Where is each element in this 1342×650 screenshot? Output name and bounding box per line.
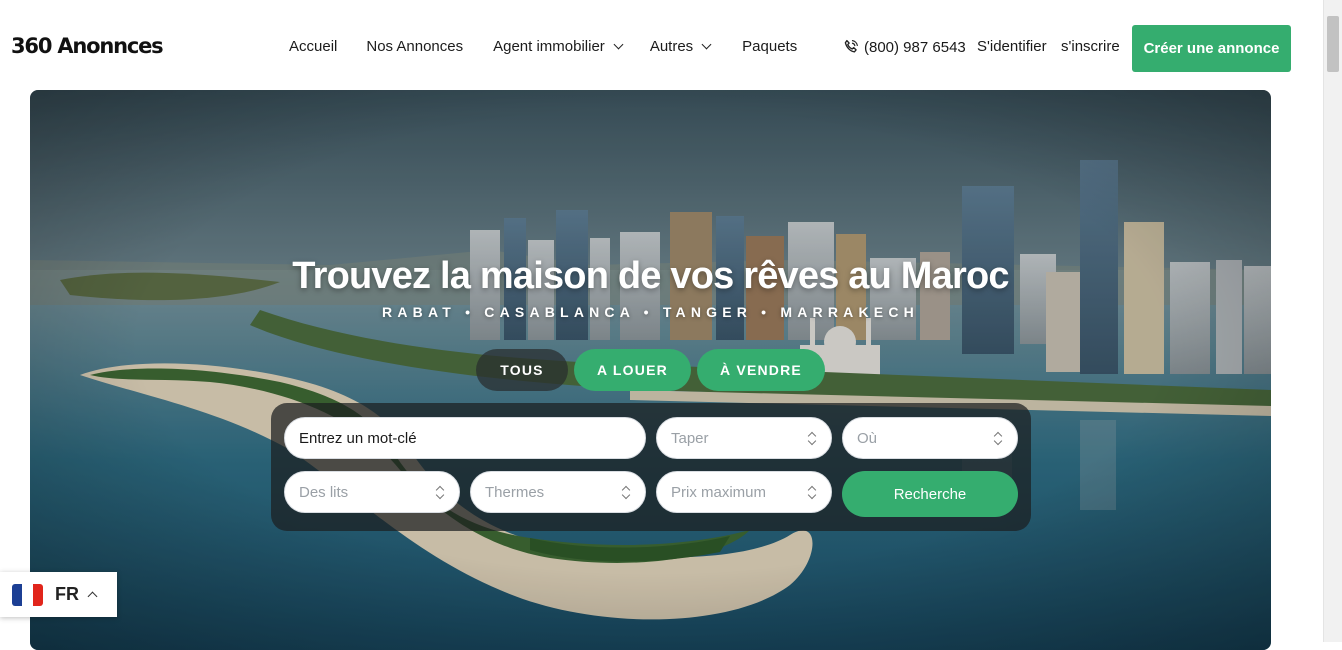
nav-item-nos-annonces[interactable]: Nos Annonces [366, 38, 463, 55]
baths-select-placeholder: Thermes [485, 483, 545, 501]
main-nav: Accueil Nos Annonces Agent immobilier Au… [289, 38, 797, 55]
chevron-down-icon [613, 39, 624, 50]
nav-item-accueil[interactable]: Accueil [289, 38, 337, 55]
site-logo[interactable]: 360 Anonnces [11, 34, 164, 58]
chevron-up-icon [87, 591, 98, 602]
search-submit-button[interactable]: Recherche [842, 471, 1018, 517]
phone-icon [844, 39, 858, 53]
nav-item-label: Agent immobilier [493, 38, 605, 55]
location-select-placeholder: Où [857, 429, 878, 447]
search-panel: Taper Où Des lits Thermes Prix maximum R… [271, 403, 1031, 531]
tab-a-vendre[interactable]: À VENDRE [697, 349, 825, 391]
tab-a-louer[interactable]: A LOUER [574, 349, 691, 391]
select-arrows-icon [621, 486, 631, 500]
max-price-select-placeholder: Prix maximum [671, 483, 767, 501]
beds-select-placeholder: Des lits [299, 483, 349, 501]
nav-item-label: Autres [649, 38, 694, 55]
baths-select[interactable]: Thermes [470, 471, 646, 513]
keyword-field[interactable] [284, 417, 646, 459]
chevron-down-icon [701, 39, 712, 50]
hero-section: Trouvez la maison de vos rêves au Maroc … [30, 90, 1271, 650]
select-arrows-icon [993, 432, 1003, 446]
language-switcher[interactable]: FR [0, 572, 117, 617]
phone-link[interactable]: (800) 987 6543 [842, 38, 966, 56]
listing-type-tabs: TOUS A LOUER À VENDRE [476, 349, 825, 391]
scrollbar-thumb[interactable] [1327, 16, 1339, 72]
nav-item-autres[interactable]: Autres [649, 38, 712, 55]
phone-number: (800) 987 6543 [864, 38, 966, 56]
hero-subtitle-cities: RABAT • CASABLANCA • TANGER • MARRAKECH [382, 304, 919, 320]
france-flag-icon [12, 583, 43, 606]
nav-item-label: Nos Annonces [366, 38, 464, 55]
nav-item-agent-immobilier[interactable]: Agent immobilier [493, 38, 624, 55]
type-select[interactable]: Taper [656, 417, 832, 459]
nav-item-label: Paquets [742, 38, 798, 55]
beds-select[interactable]: Des lits [284, 471, 460, 513]
nav-item-label: Accueil [289, 38, 338, 55]
tab-tous[interactable]: TOUS [476, 349, 568, 391]
location-select[interactable]: Où [842, 417, 1018, 459]
keyword-input[interactable] [299, 429, 611, 447]
site-header: 360 Anonnces Accueil Nos Annonces Agent … [0, 0, 1322, 90]
hero-title: Trouvez la maison de vos rêves au Maroc [292, 255, 1009, 297]
select-arrows-icon [435, 486, 445, 500]
page-scrollbar[interactable] [1323, 0, 1342, 642]
login-link[interactable]: S'identifier [977, 38, 1047, 55]
max-price-select[interactable]: Prix maximum [656, 471, 832, 513]
select-arrows-icon [807, 432, 817, 446]
select-arrows-icon [807, 486, 817, 500]
register-link[interactable]: s'inscrire [1061, 38, 1120, 55]
nav-item-paquets[interactable]: Paquets [742, 38, 797, 55]
create-listing-button[interactable]: Créer une annonce [1132, 25, 1291, 72]
language-code: FR [55, 584, 79, 604]
type-select-placeholder: Taper [671, 429, 709, 447]
